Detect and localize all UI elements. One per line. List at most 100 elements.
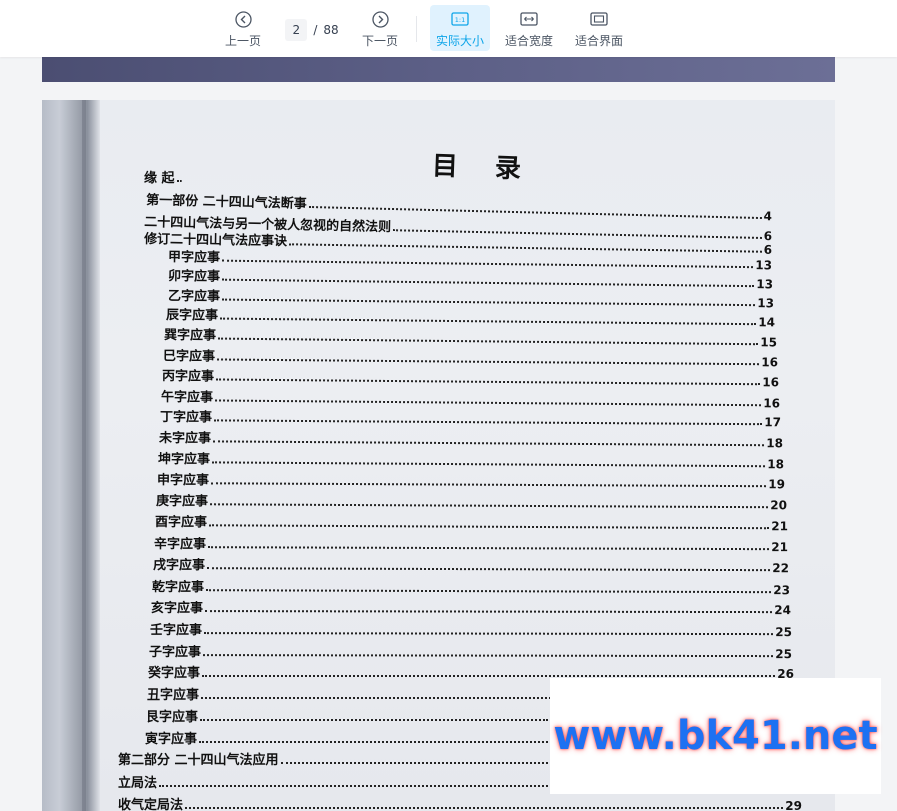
toc-entry-label: 癸字应事 bbox=[148, 666, 201, 681]
toc-entry-label: 亥字应事 bbox=[151, 601, 204, 617]
total-pages: 88 bbox=[323, 23, 339, 37]
toc-entry-page: 21 bbox=[771, 540, 789, 555]
toc-entry: 丙字应事 16 bbox=[162, 366, 779, 389]
toc-entry: 立局法 bbox=[118, 773, 550, 791]
toc-entry-label: 辰字应事 bbox=[166, 308, 219, 324]
toc-leader-dots bbox=[204, 632, 774, 636]
toc-entry-label: 甲字应事 bbox=[168, 250, 221, 266]
prev-page-button[interactable]: 上一页 bbox=[222, 5, 264, 51]
actual-size-icon: 1:1 bbox=[451, 10, 469, 28]
toc-leader-dots bbox=[210, 503, 769, 509]
toc-entry: 丁字应事 17 bbox=[160, 407, 781, 429]
toc-entry-page: 13 bbox=[755, 258, 773, 273]
toc-entry-label: 申字应事 bbox=[157, 473, 210, 489]
toc-leader-dots bbox=[205, 610, 773, 614]
toc-leader-dots bbox=[159, 785, 548, 787]
toc-entry: 第二部分 二十四山气法应用 bbox=[118, 750, 550, 768]
toc-entry: 申字应事 19 bbox=[157, 470, 785, 491]
toc-entry-label: 辛字应事 bbox=[154, 537, 207, 553]
toc-entry-page: 16 bbox=[763, 396, 781, 411]
fit-width-icon bbox=[520, 10, 538, 28]
fit-page-label: 适合界面 bbox=[574, 34, 623, 48]
toc-entry: 未字应事 18 bbox=[159, 428, 783, 450]
toc-entry-label: 庚字应事 bbox=[156, 494, 209, 510]
toc-entry-label: 巳字应事 bbox=[163, 349, 216, 365]
toc-entry: 庚字应事 20 bbox=[156, 491, 787, 512]
toc-entry: 戌字应事 22 bbox=[153, 555, 789, 575]
toc-entry-label: 戌字应事 bbox=[153, 558, 206, 574]
toc-entry-page: 16 bbox=[761, 355, 779, 370]
toc-leader-dots bbox=[220, 317, 757, 326]
toc-leader-dots bbox=[215, 399, 762, 407]
prev-page-label: 上一页 bbox=[224, 34, 261, 48]
toc-leader-dots bbox=[222, 298, 756, 307]
toc-leader-dots bbox=[199, 741, 548, 743]
toc-entry-page: 19 bbox=[768, 477, 786, 492]
toc-entry-label: 壬字应事 bbox=[150, 623, 203, 639]
toc-entry-label: 收气定局法 bbox=[118, 798, 184, 811]
toc-leader-dots bbox=[218, 337, 759, 346]
fit-width-label: 适合宽度 bbox=[504, 34, 553, 48]
toc-entry: 巽字应事 15 bbox=[164, 325, 777, 349]
toc-leader-dots bbox=[214, 419, 763, 426]
toc-entry-label: 乾字应事 bbox=[152, 580, 205, 596]
toc-entry-label: 艮字应事 bbox=[146, 710, 199, 725]
toc-entry-label: 缘 起 bbox=[144, 171, 175, 186]
toc-entry-label: 子字应事 bbox=[149, 645, 202, 661]
fit-width-button[interactable]: 适合宽度 bbox=[500, 5, 558, 51]
toc-entry-page: 24 bbox=[774, 603, 792, 618]
toc-entry-label: 寅字应事 bbox=[145, 732, 198, 747]
toc-entry-page: 23 bbox=[773, 583, 791, 598]
toc-leader-dots bbox=[208, 546, 770, 551]
watermark-overlay: www.bk41.net bbox=[550, 678, 881, 794]
toc-entry-label: 卯字应事 bbox=[168, 269, 221, 285]
toc-entry-page: 25 bbox=[775, 625, 793, 640]
toc-entry-label: 巽字应事 bbox=[164, 328, 217, 344]
toc-entry-label: 立局法 bbox=[118, 776, 158, 791]
watermark-text: www.bk41.net bbox=[553, 713, 878, 759]
toc-entry-page: 25 bbox=[775, 647, 793, 662]
toc-entry-label: 丑字应事 bbox=[147, 688, 200, 703]
current-page-input[interactable]: 2 bbox=[285, 19, 308, 41]
toc-leader-dots bbox=[213, 440, 765, 447]
toc-entry-page: 13 bbox=[757, 296, 775, 311]
page-indicator: 2 / 88 bbox=[279, 19, 345, 41]
svg-text:1:1: 1:1 bbox=[455, 16, 465, 24]
toc-entry-label: 午字应事 bbox=[161, 390, 214, 406]
toc-leader-dots bbox=[209, 524, 770, 530]
toc-entry-label: 酉字应事 bbox=[155, 515, 208, 531]
toc-entry-page: 18 bbox=[766, 436, 784, 451]
toc-entry-label: 丙字应事 bbox=[162, 369, 215, 385]
toc-entry: 缘 起 bbox=[144, 168, 184, 186]
toc-leader-dots bbox=[207, 567, 771, 572]
toc-leader-dots bbox=[222, 278, 755, 288]
fit-page-button[interactable]: 适合界面 bbox=[570, 5, 628, 51]
toc-leader-dots bbox=[202, 675, 776, 677]
toc-entry-page: 15 bbox=[760, 335, 778, 350]
toc-entry: 壬字应事 25 bbox=[150, 620, 792, 639]
toc-leader-dots bbox=[216, 378, 761, 386]
toc-entry: 寅字应事 bbox=[145, 729, 550, 747]
fit-page-icon bbox=[590, 10, 608, 28]
page-separator: / bbox=[313, 23, 318, 37]
toc-entry-page: 17 bbox=[764, 415, 782, 430]
actual-size-button[interactable]: 1:1 实际大小 bbox=[430, 5, 490, 51]
toc-entry-page: 4 bbox=[763, 209, 773, 224]
toc-entry-label: 坤字应事 bbox=[158, 452, 211, 468]
toc-leader-dots bbox=[176, 180, 182, 182]
toolbar-divider bbox=[416, 16, 417, 42]
toc-entry-page: 18 bbox=[767, 457, 785, 472]
toc-leader-dots bbox=[203, 654, 774, 658]
toc-leader-dots bbox=[217, 358, 760, 366]
viewer-toolbar: 上一页 2 / 88 下一页 1:1 实际大小 适合宽度 适合界面 bbox=[0, 0, 897, 57]
toc-entry-label: 丁字应事 bbox=[160, 410, 213, 426]
chevron-right-circle-icon bbox=[371, 10, 389, 28]
toc-entry-label: 未字应事 bbox=[159, 431, 212, 447]
toc-entry: 酉字应事 21 bbox=[155, 512, 788, 533]
next-page-label: 下一页 bbox=[361, 34, 398, 48]
toc-leader-dots bbox=[280, 762, 548, 764]
chevron-left-circle-icon bbox=[234, 10, 252, 28]
toc-entry-page: 13 bbox=[756, 277, 774, 292]
next-page-button[interactable]: 下一页 bbox=[359, 5, 401, 51]
actual-size-label: 实际大小 bbox=[435, 34, 484, 48]
